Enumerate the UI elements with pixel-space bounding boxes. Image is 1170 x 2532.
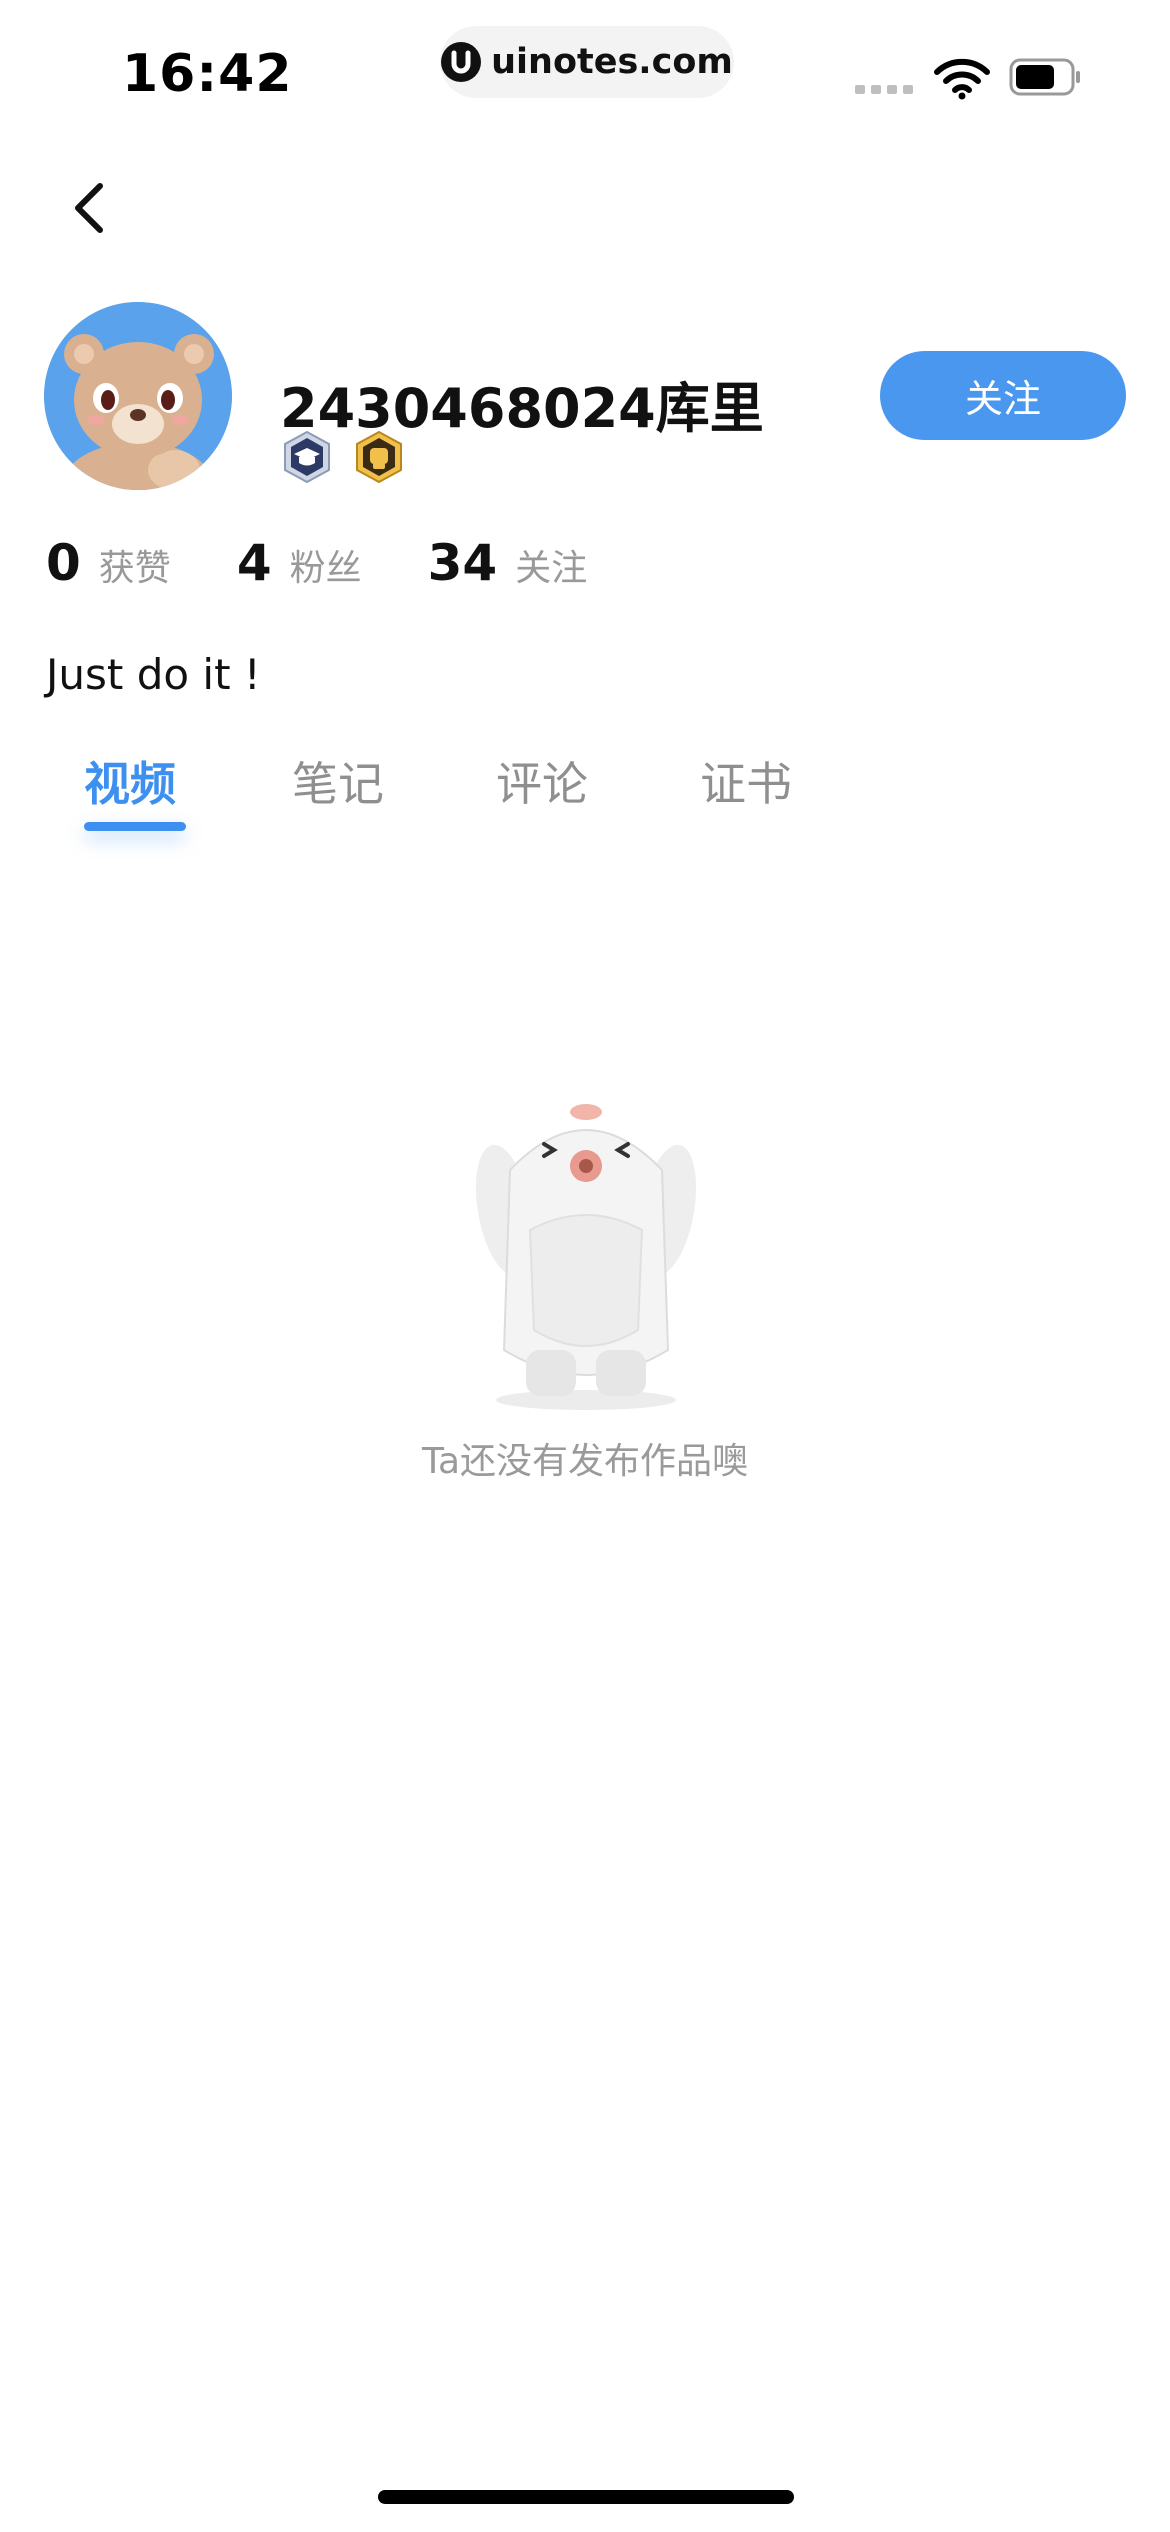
stat-value: 34 — [427, 534, 498, 592]
stat-followers[interactable]: 4 粉丝 — [237, 534, 362, 592]
status-time: 16:42 — [122, 44, 293, 104]
url-text: uinotes.com — [491, 42, 733, 82]
bear-avatar-image — [44, 302, 232, 490]
tab-active-indicator — [84, 822, 186, 831]
tab-notes[interactable]: 笔记 — [292, 748, 384, 814]
tab-comments[interactable]: 评论 — [496, 748, 588, 814]
tab-videos[interactable]: 视频 — [84, 748, 176, 814]
back-button[interactable] — [62, 178, 118, 238]
site-logo-icon — [441, 42, 482, 82]
empty-state-message: Ta还没有发布作品噢 — [421, 1441, 749, 1482]
bird-mascot-image — [475, 1104, 697, 1410]
badge-list — [282, 430, 404, 484]
stat-label: 粉丝 — [289, 548, 362, 589]
stat-value: 4 — [236, 534, 272, 592]
empty-state-illustration — [470, 1100, 702, 1412]
url-pill[interactable]: uinotes.com — [440, 26, 734, 98]
stat-likes[interactable]: 0 获赞 — [46, 534, 171, 592]
battery-icon — [1009, 58, 1081, 100]
stat-label: 关注 — [515, 548, 588, 589]
follow-button[interactable]: 关注 — [880, 351, 1126, 440]
bio-text: Just do it ! — [46, 650, 261, 699]
stat-label: 获赞 — [98, 548, 171, 589]
home-indicator[interactable] — [378, 2490, 794, 2504]
content-tabs: 视频 笔记 评论 证书 — [0, 748, 1170, 848]
tab-certificates[interactable]: 证书 — [700, 748, 792, 814]
stat-value: 0 — [46, 534, 81, 592]
chevron-left-icon — [75, 183, 103, 233]
stats-row: 0 获赞 4 粉丝 34 关注 — [46, 534, 653, 592]
stat-following[interactable]: 34 关注 — [428, 534, 588, 592]
wifi-icon — [934, 58, 990, 104]
graduation-cap-badge-icon[interactable] — [282, 430, 332, 484]
profile-page: 16:42 uinotes.com 2430468024库里 关注 0 获赞 4… — [0, 0, 1170, 2532]
signal-icon — [855, 85, 913, 94]
avatar[interactable] — [44, 302, 232, 490]
fist-badge-icon[interactable] — [354, 430, 404, 484]
